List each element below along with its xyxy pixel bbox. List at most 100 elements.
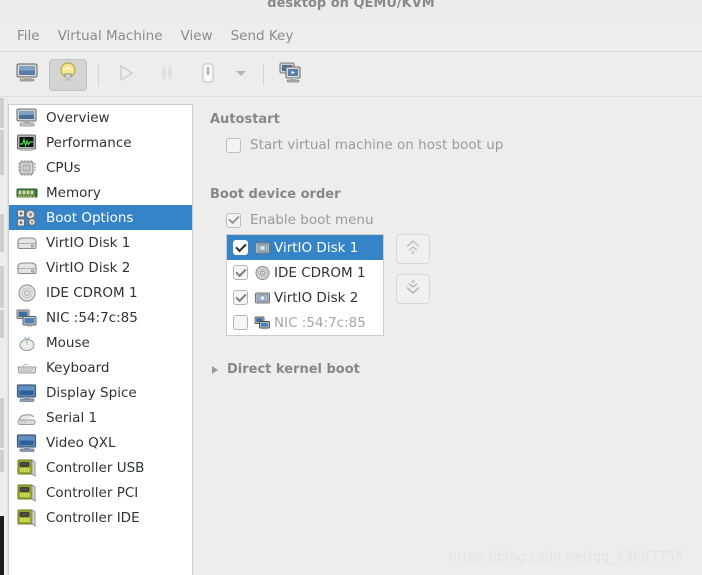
controller-card-icon [16,508,38,528]
left-edge-strip [0,98,8,575]
cdrom-icon [254,265,271,281]
titlebar: desktop on QEMU/KVM [0,0,702,20]
shutdown-menu-button[interactable] [230,59,252,91]
boot-device-checkbox[interactable] [233,315,248,330]
autostart-checkbox-label: Start virtual machine on host boot up [250,137,504,153]
edge-nub-6 [0,398,4,448]
sidebar-item-label: IDE CDROM 1 [46,284,138,301]
sidebar-item-overview[interactable]: Overview [9,105,192,130]
sidebar-item-memory[interactable]: Memory [9,180,192,205]
boot-device-label: VirtIO Disk 2 [274,289,359,306]
edge-nub-2 [0,130,4,175]
boot-device-list[interactable]: VirtIO Disk 1 IDE CDROM 1 VirtIO Disk 2 … [226,234,384,336]
watermark: https://blog.csdn.net/qq_43687755 [449,550,684,565]
edge-nub-4 [0,266,4,308]
boot-device-row[interactable]: VirtIO Disk 2 [227,285,383,310]
sidebar-item-video-qxl[interactable]: Video QXL [9,430,192,455]
menu-file[interactable]: File [8,25,49,47]
harddisk-icon [16,258,38,278]
serial-icon [16,408,38,428]
enable-boot-menu-label: Enable boot menu [250,212,374,228]
menu-view[interactable]: View [172,25,222,47]
mouse-icon [16,333,38,353]
sidebar-item-label: VirtIO Disk 2 [46,259,131,276]
menubar: File Virtual Machine View Send Key [0,20,702,52]
boot-device-checkbox[interactable] [233,240,248,255]
toolbar-separator-1 [98,63,99,86]
sidebar-item-label: VirtIO Disk 1 [46,234,131,251]
move-down-button[interactable] [396,274,430,304]
show-details-button[interactable] [49,58,87,91]
direct-kernel-boot-label: Direct kernel boot [227,362,360,377]
lightbulb-icon [57,61,79,88]
boot-order-area: VirtIO Disk 1 IDE CDROM 1 VirtIO Disk 2 … [226,234,702,336]
chevron-down-icon [234,67,248,82]
sidebar-item-controller-usb[interactable]: Controller USB [9,455,192,480]
sidebar-item-keyboard[interactable]: Keyboard [9,355,192,380]
sidebar-item-label: Controller IDE [46,509,140,526]
direct-kernel-boot-expander[interactable]: Direct kernel boot [212,362,702,377]
autostart-checkbox-row[interactable]: Start virtual machine on host boot up [226,137,702,153]
boot-device-label: VirtIO Disk 1 [274,239,359,256]
edge-nub-5 [0,310,4,338]
sidebar-item-label: Mouse [46,334,90,351]
keyboard-icon [16,358,38,378]
boot-options-panel: Autostart Start virtual machine on host … [194,98,702,575]
boot-order-section-title: Boot device order [210,187,341,202]
sidebar-item-controller-pci[interactable]: Controller PCI [9,480,192,505]
run-button[interactable] [107,59,145,91]
harddisk-icon [16,233,38,253]
autostart-checkbox[interactable] [226,137,241,153]
menu-virtual-machine[interactable]: Virtual Machine [49,25,172,47]
enable-boot-menu-row[interactable]: Enable boot menu [226,212,702,228]
monitor-icon [15,62,39,87]
sidebar-item-label: CPUs [46,159,81,176]
sidebar-item-label: Keyboard [46,359,110,376]
edge-nub-3 [0,214,4,252]
play-icon [116,63,136,87]
sidebar-item-display-spice[interactable]: Display Spice [9,380,192,405]
sidebar-item-label: Display Spice [46,384,137,401]
sidebar-item-boot-options[interactable]: Boot Options [9,205,192,230]
sidebar-item-nic[interactable]: NIC :54:7c:85 [9,305,192,330]
hardware-list[interactable]: Overview Performance CPUs Memory Boot Op… [8,104,193,575]
sidebar-item-label: Boot Options [46,209,134,226]
pause-button[interactable] [148,59,186,91]
sidebar-item-virtio-disk-2[interactable]: VirtIO Disk 2 [9,255,192,280]
enable-boot-menu-checkbox[interactable] [226,212,241,228]
edge-nub-7 [0,450,4,472]
sidebar-item-ide-cdrom-1[interactable]: IDE CDROM 1 [9,280,192,305]
boot-device-row[interactable]: NIC :54:7c:85 [227,310,383,335]
boot-device-checkbox[interactable] [233,290,248,305]
cpu-chip-icon [16,158,38,178]
controller-card-icon [16,483,38,503]
toolbar [0,53,702,97]
edge-nub-8 [0,516,4,575]
sidebar-item-label: NIC :54:7c:85 [46,309,138,326]
sidebar-item-cpus[interactable]: CPUs [9,155,192,180]
double-chevron-up-icon [404,238,422,260]
boot-device-row[interactable]: VirtIO Disk 1 [227,235,383,260]
snapshots-button[interactable] [272,59,310,91]
toolbar-separator-2 [263,63,264,86]
boot-gear-icon [16,208,38,228]
pause-icon [158,64,176,86]
monitor-icon [16,107,38,128]
move-up-button[interactable] [396,234,430,264]
menu-send-key[interactable]: Send Key [222,25,303,47]
sidebar-item-performance[interactable]: Performance [9,130,192,155]
window-title: desktop on QEMU/KVM [267,0,435,11]
virt-manager-details-window: desktop on QEMU/KVM File Virtual Machine… [0,0,702,575]
memory-module-icon [16,183,38,203]
shutdown-button[interactable] [189,59,227,91]
edge-nub-1 [0,98,4,128]
boot-device-checkbox[interactable] [233,265,248,280]
sidebar-item-label: Overview [46,109,110,126]
sidebar-item-controller-ide[interactable]: Controller IDE [9,505,192,530]
show-console-button[interactable] [8,59,46,91]
sidebar-item-mouse[interactable]: Mouse [9,330,192,355]
boot-device-row[interactable]: IDE CDROM 1 [227,260,383,285]
sidebar-item-virtio-disk-1[interactable]: VirtIO Disk 1 [9,230,192,255]
display-icon [16,383,38,403]
sidebar-item-serial-1[interactable]: Serial 1 [9,405,192,430]
